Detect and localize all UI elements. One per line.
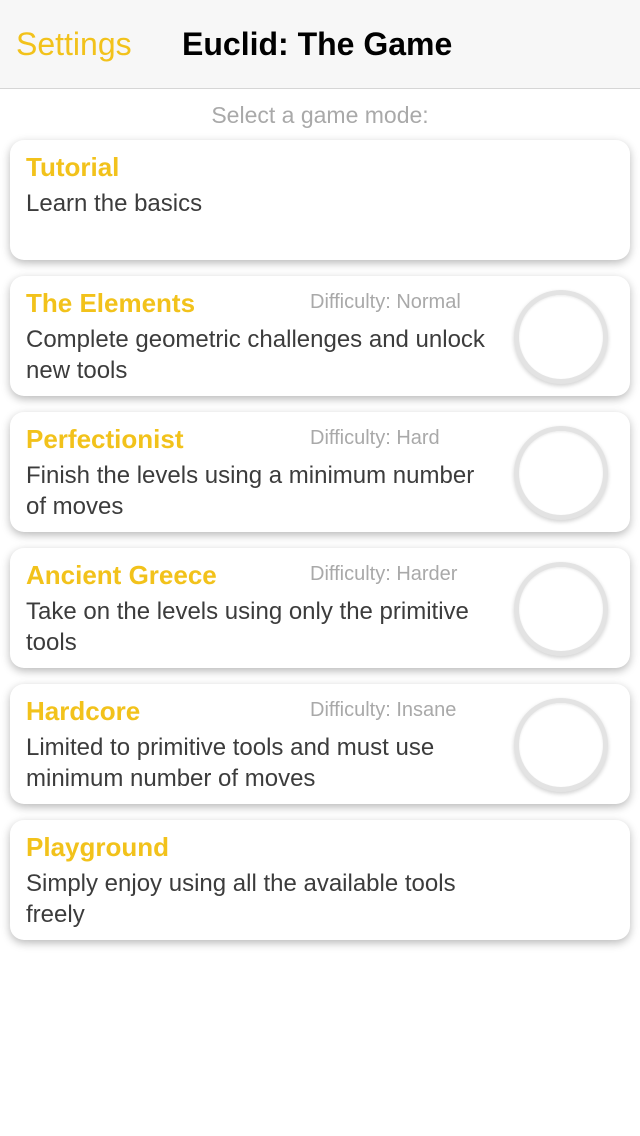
mode-card-ancient-greece[interactable]: Ancient Greece Difficulty: Harder Take o… xyxy=(10,548,630,668)
mode-description: Learn the basics xyxy=(26,190,203,217)
mode-description: Finish the levels using a minimum number… xyxy=(26,462,475,520)
settings-back-button[interactable]: Settings xyxy=(16,24,132,64)
select-mode-prompt: Select a game mode: xyxy=(211,102,429,128)
mode-card-playground[interactable]: Playground Simply enjoy using all the av… xyxy=(10,820,630,940)
mode-card-perfectionist[interactable]: Perfectionist Difficulty: Hard Finish th… xyxy=(10,412,630,532)
game-mode-list: Select a game mode: Tutorial Learn the b… xyxy=(0,89,640,1136)
mode-card-hardcore[interactable]: Hardcore Difficulty: Insane Limited to p… xyxy=(10,684,630,804)
mode-title: Playground xyxy=(26,832,170,862)
mode-description: Complete geometric challenges and unlock… xyxy=(26,326,485,384)
difficulty-label: Difficulty: Normal xyxy=(310,291,461,313)
mode-title: Perfectionist xyxy=(26,424,184,454)
mode-title: Ancient Greece xyxy=(26,560,217,590)
progress-ring-icon xyxy=(514,290,608,384)
difficulty-label: Difficulty: Insane xyxy=(310,699,457,721)
mode-title: Hardcore xyxy=(26,696,141,726)
mode-description: Simply enjoy using all the available too… xyxy=(26,870,456,928)
mode-description: Limited to primitive tools and must use … xyxy=(26,734,435,792)
mode-card-the-elements[interactable]: The Elements Difficulty: Normal Complete… xyxy=(10,276,630,396)
difficulty-label: Difficulty: Hard xyxy=(310,427,440,449)
mode-title: The Elements xyxy=(26,288,196,318)
progress-ring-icon xyxy=(514,426,608,520)
mode-description: Take on the levels using only the primit… xyxy=(26,598,469,656)
mode-card-tutorial[interactable]: Tutorial Learn the basics xyxy=(10,140,630,260)
progress-ring-icon xyxy=(514,562,608,656)
navigation-bar: Settings Euclid: The Game xyxy=(0,0,640,89)
mode-title: Tutorial xyxy=(26,152,120,182)
progress-ring-icon xyxy=(514,698,608,792)
difficulty-label: Difficulty: Harder xyxy=(310,563,458,585)
page-title: Euclid: The Game xyxy=(182,26,453,62)
